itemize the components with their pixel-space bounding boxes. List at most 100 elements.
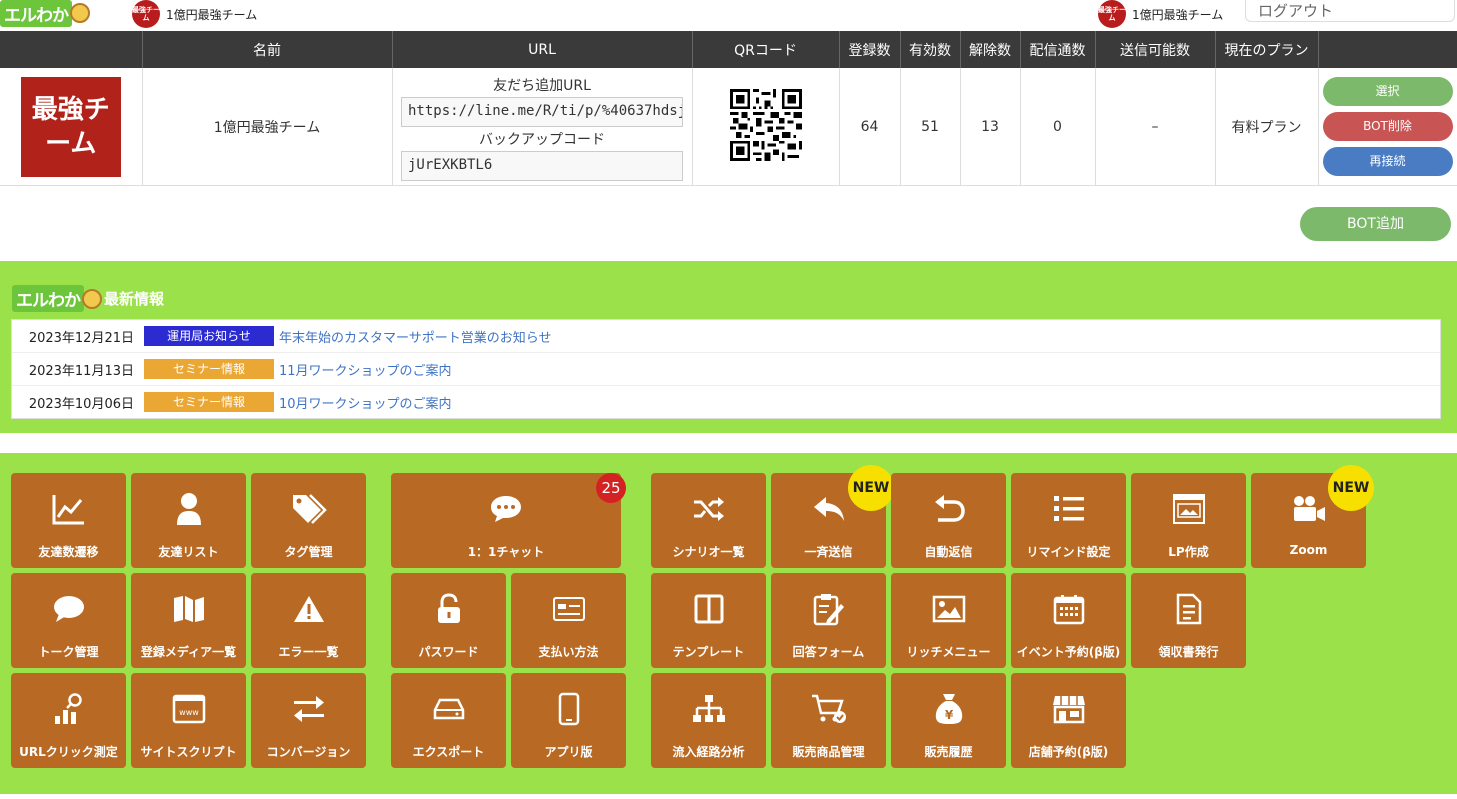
tile-label: 店舗予約(β版) xyxy=(1028,745,1109,759)
tile-tag-management[interactable]: タグ管理 xyxy=(251,473,366,568)
col-header-actions xyxy=(1318,31,1457,68)
tile-store-reservation[interactable]: 店舗予約(β版) xyxy=(1011,673,1126,768)
tile-sales-product-management[interactable]: 販売商品管理 xyxy=(771,673,886,768)
news-link[interactable]: 年末年始のカスタマーサポート営業のお知らせ xyxy=(279,327,551,346)
tile-receipt-issue[interactable]: 領収書発行 xyxy=(1131,573,1246,668)
tile-answer-form[interactable]: 回答フォーム xyxy=(771,573,886,668)
current-account[interactable]: 最強チーム 1億円最強チーム xyxy=(132,0,257,28)
tile-label: 支払い方法 xyxy=(538,645,599,659)
add-bot-button[interactable]: BOT追加 xyxy=(1300,207,1451,241)
tile-label: 販売商品管理 xyxy=(792,745,865,759)
shuffle-icon xyxy=(693,497,724,521)
url-cell: 友だち追加URL https://line.me/R/ti/p/%40637hd… xyxy=(392,68,693,186)
tile-label: LP作成 xyxy=(1168,545,1209,559)
select-button[interactable]: 選択 xyxy=(1322,77,1453,106)
news-section: エルわか 最新情報 2023年12月21日 運用局お知らせ 年末年始のカスタマー… xyxy=(0,261,1457,433)
avatar: 最強チーム xyxy=(1098,0,1126,28)
exchange-icon xyxy=(293,696,324,722)
news-link[interactable]: 10月ワークショップのご案内 xyxy=(279,393,452,412)
tile-remind-settings[interactable]: リマインド設定 xyxy=(1011,473,1126,568)
tile-label: トーク管理 xyxy=(38,645,99,659)
list-icon xyxy=(1053,496,1084,521)
app-logo[interactable]: エルわか xyxy=(0,0,90,27)
tile-rich-menu[interactable]: リッチメニュー xyxy=(891,573,1006,668)
columns-icon xyxy=(694,594,723,624)
col-header xyxy=(0,31,143,68)
table-header: 名前 URL QRコード 登録数 有効数 解除数 配信通数 送信可能数 現在のプ… xyxy=(0,31,1457,68)
news-category-badge: 運用局お知らせ xyxy=(144,326,274,346)
tile-app-version[interactable]: アプリ版 xyxy=(511,673,626,768)
user-icon xyxy=(176,493,201,525)
backup-code-label: バックアップコード xyxy=(479,131,605,148)
logout-button[interactable]: ログアウト xyxy=(1245,0,1455,22)
chart-line-icon xyxy=(52,495,84,525)
col-header-deliveries: 配信通数 xyxy=(1020,31,1096,68)
tile-label: 友達リスト xyxy=(158,545,219,559)
sendable-count: – xyxy=(1095,68,1216,186)
tile-label: タグ管理 xyxy=(284,545,333,559)
tile-label: リッチメニュー xyxy=(906,645,991,659)
tile-export[interactable]: エクスポート xyxy=(391,673,506,768)
news-item: 2023年10月06日 セミナー情報 10月ワークショップのご案内 xyxy=(12,386,1440,418)
tile-sales-history[interactable]: ¥ 販売履歴 xyxy=(891,673,1006,768)
tile-event-reservation[interactable]: イベント予約(β版) xyxy=(1011,573,1126,668)
menu-tiles: 友達数遷移 友達リスト タグ管理 1：1チャット 25 シナリオ一覧 一斉送信 … xyxy=(0,453,1457,794)
tile-template[interactable]: テンプレート xyxy=(651,573,766,668)
tile-label: イベント予約(β版) xyxy=(1016,645,1121,659)
tile-label: サイトスクリプト xyxy=(140,745,237,759)
sitemap-icon xyxy=(692,695,725,722)
tile-payment-method[interactable]: 支払い方法 xyxy=(511,573,626,668)
tile-lp-creation[interactable]: LP作成 xyxy=(1131,473,1246,568)
tile-friend-count-trend[interactable]: 友達数遷移 xyxy=(11,473,126,568)
delete-bot-button[interactable]: BOT削除 xyxy=(1322,112,1453,141)
backup-code-field[interactable]: jUrEXKBTL6 xyxy=(401,150,683,181)
col-header-active: 有効数 xyxy=(900,31,961,68)
tile-label: 友達数遷移 xyxy=(38,545,99,559)
unlock-icon xyxy=(437,593,460,623)
user-menu[interactable]: 最強チーム 1億円最強チーム xyxy=(1098,0,1223,28)
tile-url-click-measure[interactable]: URLクリック測定 xyxy=(11,673,126,768)
calendar-icon xyxy=(1053,595,1084,625)
plan: 有料プラン xyxy=(1215,68,1319,186)
news-list: 2023年12月21日 運用局お知らせ 年末年始のカスタマーサポート営業のお知ら… xyxy=(11,319,1441,419)
tile-label: エラー一覧 xyxy=(278,645,339,659)
webpage-icon xyxy=(1172,494,1205,524)
unread-count-badge: 25 xyxy=(596,473,626,503)
footer-strip xyxy=(0,794,1457,799)
friend-url-field[interactable]: https://line.me/R/ti/p/%40637hdsjg xyxy=(401,96,683,127)
tile-one-to-one-chat[interactable]: 1：1チャット xyxy=(391,473,621,568)
money-bag-icon: ¥ xyxy=(935,694,962,724)
monkey-icon xyxy=(70,3,90,23)
qr-code-image xyxy=(729,88,802,161)
tile-label: コンバージョン xyxy=(266,745,351,759)
bot-image: 最強チーム xyxy=(20,76,121,177)
news-category-badge: セミナー情報 xyxy=(144,392,274,412)
monkey-icon xyxy=(82,288,102,309)
image-icon xyxy=(932,595,965,623)
tile-site-script[interactable]: www サイトスクリプト xyxy=(131,673,246,768)
tile-label: Zoom xyxy=(1289,543,1328,557)
bot-table: 名前 URL QRコード 登録数 有効数 解除数 配信通数 送信可能数 現在のプ… xyxy=(0,31,1457,186)
active-count: 51 xyxy=(900,68,961,186)
tile-friend-list[interactable]: 友達リスト xyxy=(131,473,246,568)
account-name: 1億円最強チーム xyxy=(166,7,258,22)
col-header-registered: 登録数 xyxy=(839,31,901,68)
news-date: 2023年11月13日 xyxy=(28,363,134,379)
reconnect-button[interactable]: 再接続 xyxy=(1322,147,1453,176)
tile-error-list[interactable]: エラー一覧 xyxy=(251,573,366,668)
svg-text:www: www xyxy=(179,708,199,717)
tile-talk-management[interactable]: トーク管理 xyxy=(11,573,126,668)
news-link[interactable]: 11月ワークショップのご案内 xyxy=(279,360,452,379)
user-name: 1億円最強チーム xyxy=(1132,7,1224,22)
tile-scenario-list[interactable]: シナリオ一覧 xyxy=(651,473,766,568)
www-icon: www xyxy=(172,694,205,724)
tile-label: エクスポート xyxy=(412,745,485,759)
tile-auto-reply[interactable]: 自動返信 xyxy=(891,473,1006,568)
tile-conversion[interactable]: コンバージョン xyxy=(251,673,366,768)
tile-inflow-route-analysis[interactable]: 流入経路分析 xyxy=(651,673,766,768)
cancelled-count: 13 xyxy=(960,68,1021,186)
tile-password[interactable]: パスワード xyxy=(391,573,506,668)
tile-media-list[interactable]: 登録メディア一覧 xyxy=(131,573,246,668)
logo-text: エルわか xyxy=(0,0,72,27)
tags-icon xyxy=(292,494,327,524)
